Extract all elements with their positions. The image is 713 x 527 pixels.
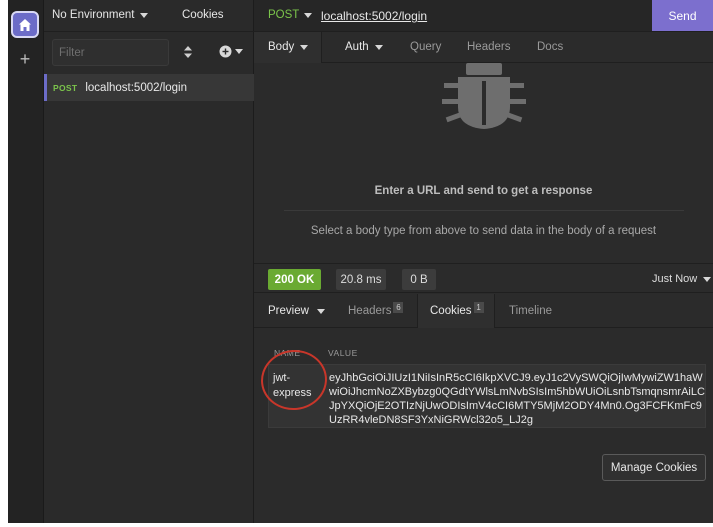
tab-body-label: Body bbox=[268, 41, 295, 53]
request-method-badge: POST bbox=[53, 82, 78, 93]
tab-preview-label: Preview bbox=[268, 305, 309, 317]
chevron-down-icon bbox=[304, 12, 313, 18]
response-time-badge: 20.8 ms bbox=[336, 269, 386, 290]
history-label: Just Now bbox=[652, 273, 698, 285]
table-row: jwt-express eyJhbGciOiJIUzI1NiIsInR5cCI6… bbox=[258, 346, 706, 428]
tab-body[interactable]: Body bbox=[268, 41, 309, 53]
home-button[interactable] bbox=[11, 11, 39, 38]
tab-cookies[interactable]: Cookies 1 bbox=[417, 294, 495, 328]
tab-query[interactable]: Query bbox=[410, 41, 441, 53]
sidebar: No Environment Cookies POST local bbox=[44, 0, 254, 523]
cookies-button[interactable]: Cookies bbox=[182, 9, 224, 21]
url-bar: POST Send bbox=[254, 0, 713, 32]
tab-docs[interactable]: Docs bbox=[537, 41, 563, 53]
tab-headers[interactable]: Headers bbox=[467, 41, 510, 53]
tab-response-headers[interactable]: Headers 6 bbox=[348, 294, 404, 328]
tab-headers-label: Headers bbox=[348, 305, 392, 317]
chevron-down-icon bbox=[140, 12, 149, 18]
tab-cookies-label: Cookies bbox=[430, 305, 472, 317]
tab-auth[interactable]: Auth bbox=[345, 41, 383, 53]
chevron-down-icon bbox=[703, 276, 712, 282]
method-select[interactable]: POST bbox=[268, 9, 313, 21]
environment-label: No Environment bbox=[52, 9, 135, 21]
cookie-value: eyJhbGciOiJIUzI1NiIsInR5cCI6IkpXVCJ9.eyJ… bbox=[329, 372, 705, 426]
send-button[interactable]: Send bbox=[652, 0, 713, 31]
plus-circle-icon bbox=[219, 45, 232, 58]
sort-icon[interactable] bbox=[183, 45, 193, 59]
cookies-count-badge: 1 bbox=[473, 301, 484, 313]
request-name: localhost:5002/login bbox=[85, 81, 188, 94]
empty-response-area: Enter a URL and send to get a response S… bbox=[254, 63, 713, 263]
plus-icon: + bbox=[19, 49, 31, 69]
environment-row: No Environment Cookies bbox=[44, 0, 254, 32]
response-tabs: Preview Headers 6 Cookies 1 Timeline bbox=[254, 294, 713, 328]
add-workspace-button[interactable]: + bbox=[17, 49, 33, 69]
main-panel: POST Send Body Auth Query Headers Docs bbox=[254, 0, 713, 523]
column-header-value: VALUE bbox=[328, 348, 358, 358]
tab-auth-label: Auth bbox=[345, 41, 369, 53]
cookie-name: jwt-express bbox=[273, 372, 312, 399]
home-icon bbox=[19, 18, 31, 31]
chevron-down-icon bbox=[235, 49, 243, 54]
tab-preview[interactable]: Preview bbox=[268, 294, 325, 328]
headers-count-badge: 6 bbox=[393, 301, 404, 313]
environment-select[interactable]: No Environment bbox=[52, 9, 149, 21]
empty-state-title: Enter a URL and send to get a response bbox=[374, 185, 593, 197]
url-input[interactable] bbox=[321, 8, 621, 24]
history-select[interactable]: Just Now bbox=[652, 273, 712, 285]
response-status-bar: 200 OK 20.8 ms 0 B Just Now bbox=[254, 263, 713, 293]
chevron-down-icon bbox=[300, 44, 309, 50]
filter-row bbox=[44, 32, 254, 72]
method-label: POST bbox=[268, 9, 300, 21]
column-header-name: NAME bbox=[274, 348, 301, 358]
manage-cookies-button[interactable]: Manage Cookies bbox=[602, 454, 706, 481]
divider bbox=[284, 210, 684, 211]
status-code-badge: 200 OK bbox=[268, 269, 321, 290]
bug-icon bbox=[442, 63, 526, 129]
request-tabs: Body Auth Query Headers Docs bbox=[254, 32, 713, 63]
tab-timeline[interactable]: Timeline bbox=[509, 294, 552, 328]
request-item[interactable]: POST localhost:5002/login bbox=[44, 74, 254, 101]
filter-input[interactable] bbox=[52, 39, 169, 66]
response-size-badge: 0 B bbox=[402, 269, 436, 290]
chevron-down-icon bbox=[316, 308, 325, 314]
add-request-button[interactable] bbox=[219, 45, 243, 58]
left-rail: + bbox=[8, 0, 44, 523]
empty-state-subtitle: Select a body type from above to send da… bbox=[310, 225, 657, 237]
insomnia-app: + No Environment Cookies Filter POST loc… bbox=[8, 0, 713, 523]
chevron-down-icon bbox=[374, 44, 383, 50]
